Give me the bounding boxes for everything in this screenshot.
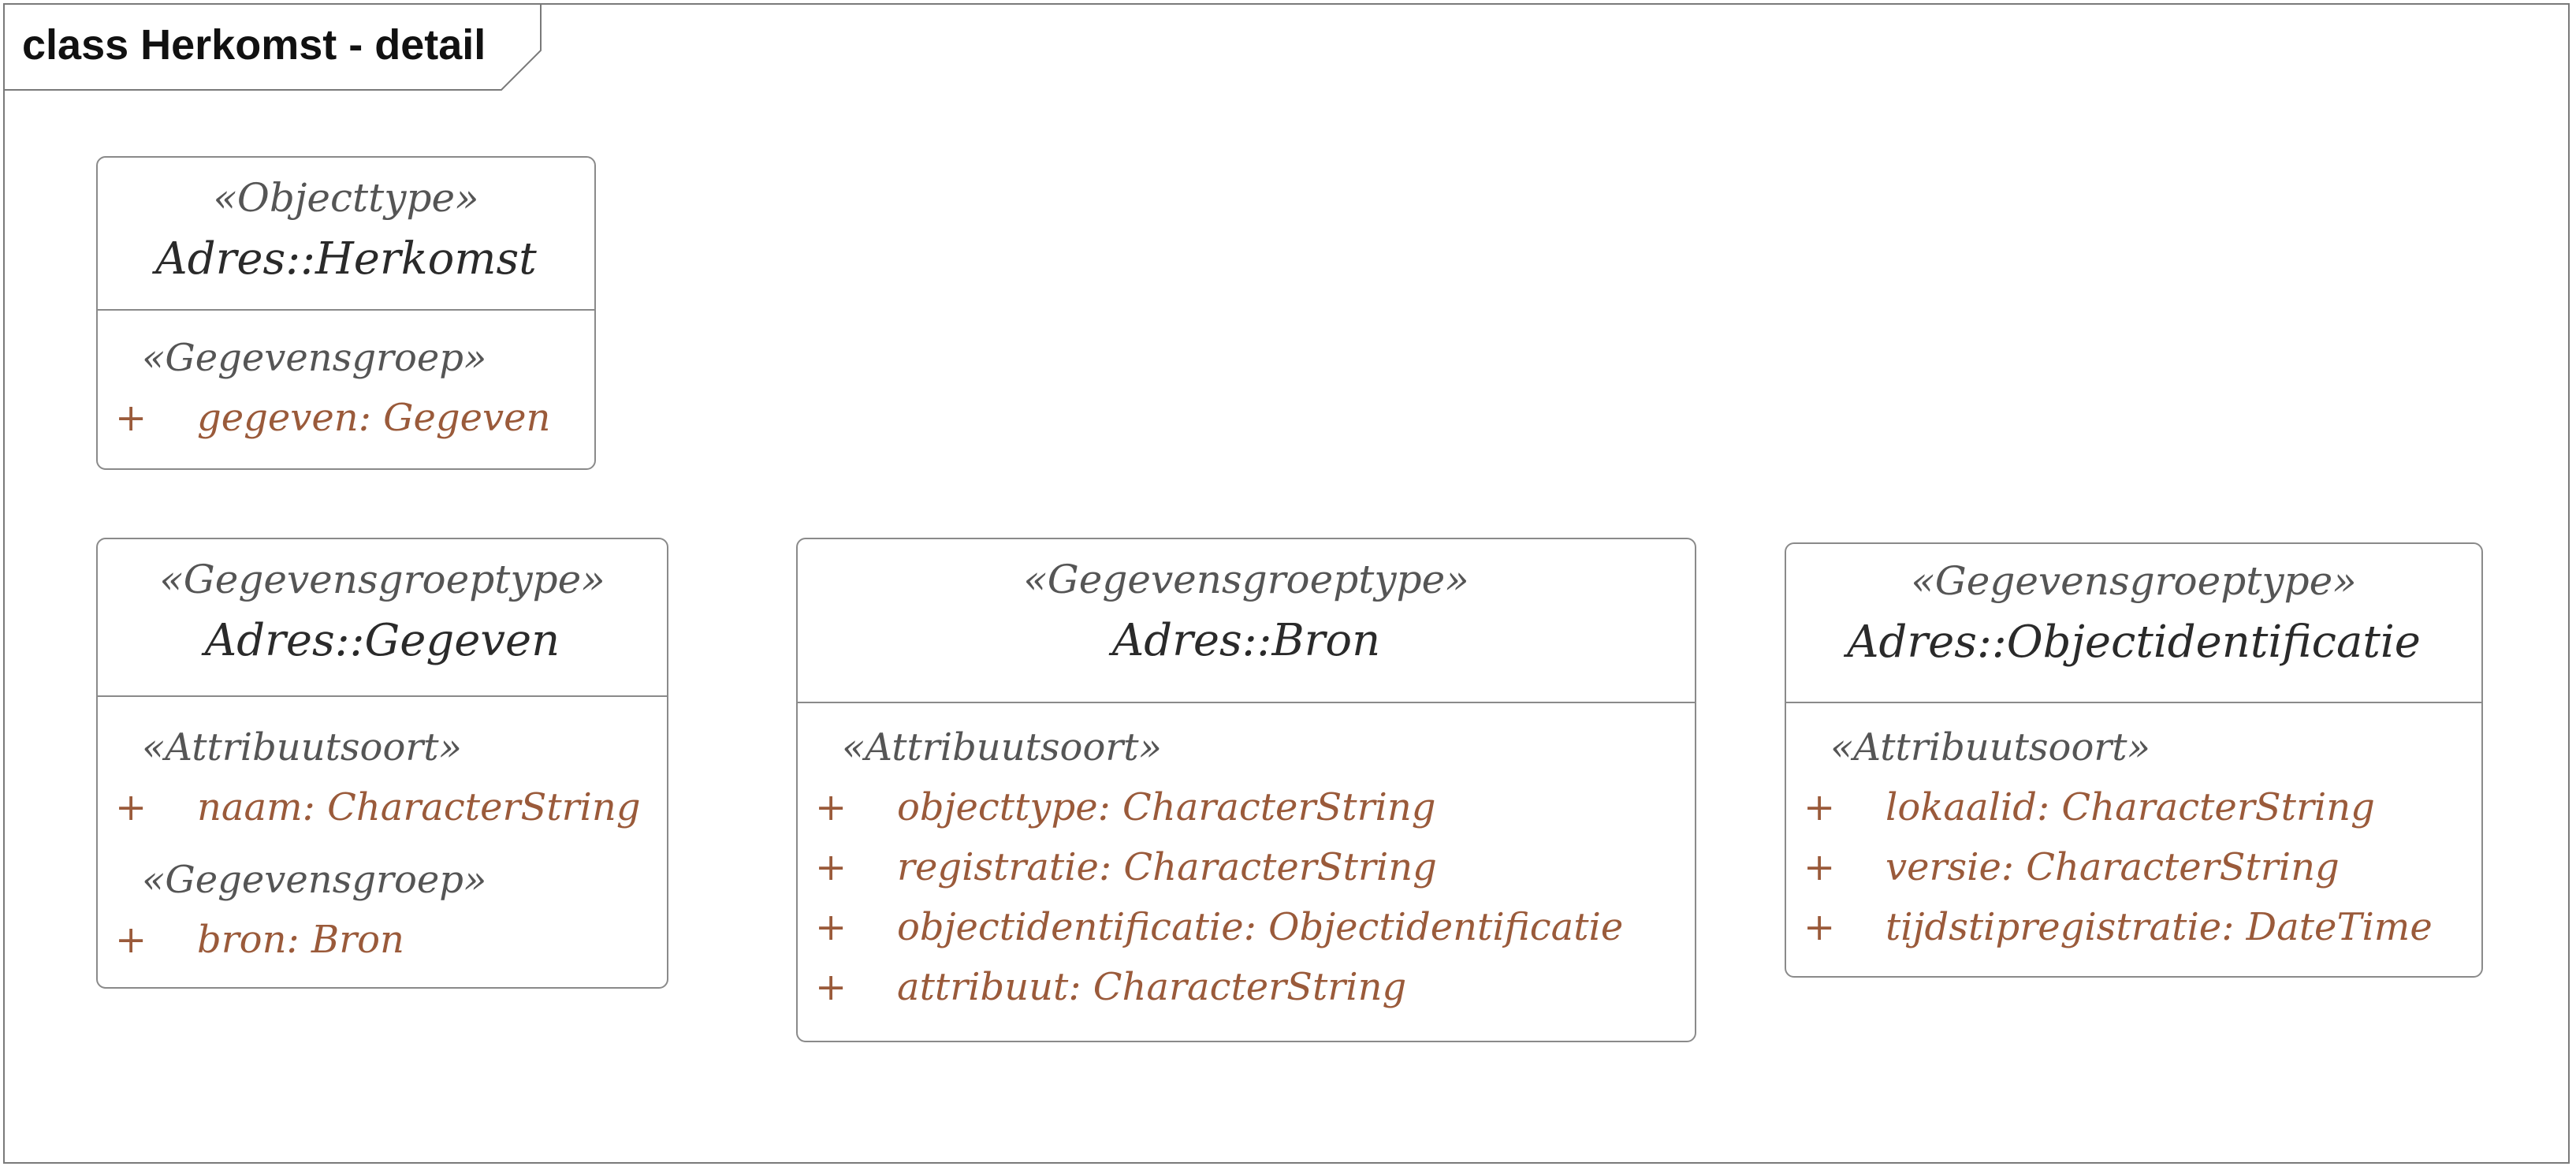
- attribute-text: gegeven: Gegeven: [197, 396, 551, 440]
- attribute-text: lokaalid: CharacterString: [1885, 785, 2375, 829]
- visibility-public: +: [815, 845, 847, 889]
- attribute-row[interactable]: + lokaalid: CharacterString: [1804, 785, 2375, 829]
- section-stereotype: «Gegevensgroep»: [142, 336, 487, 380]
- visibility-public: +: [815, 965, 847, 1009]
- attribute-text: registratie: CharacterString: [897, 845, 1437, 889]
- visibility-public: +: [115, 918, 147, 962]
- attribute-text: tijdstipregistratie: DateTime: [1885, 905, 2433, 949]
- visibility-public: +: [115, 396, 147, 440]
- class-bron[interactable]: «Gegevensgroeptype» Adres::Bron «Attribu…: [796, 538, 1696, 1042]
- class-header: «Gegevensgroeptype» Adres::Bron: [798, 539, 1695, 703]
- attribute-text: naam: CharacterString: [197, 785, 641, 829]
- class-stereotype: «Gegevensgroeptype»: [159, 557, 605, 602]
- attribute-row[interactable]: + tijdstipregistratie: DateTime: [1804, 905, 2433, 949]
- class-herkomst[interactable]: «Objecttype» Adres::Herkomst «Gegevensgr…: [96, 156, 596, 470]
- class-name: Adres::Bron: [1111, 615, 1381, 666]
- class-header: «Objecttype» Adres::Herkomst: [98, 158, 594, 311]
- attribute-text: versie: CharacterString: [1885, 845, 2340, 889]
- class-name: Adres::Gegeven: [204, 615, 560, 666]
- class-name: Adres::Herkomst: [155, 233, 537, 285]
- attribute-row[interactable]: + gegeven: Gegeven: [115, 396, 550, 440]
- section-stereotype: «Attribuutsoort»: [1830, 725, 2150, 769]
- attribute-text: objectidentificatie: Objectidentificatie: [897, 905, 1624, 949]
- section-stereotype: «Attribuutsoort»: [842, 725, 1162, 769]
- frame-title: class Herkomst - detail: [22, 21, 486, 69]
- class-stereotype: «Objecttype»: [213, 175, 479, 221]
- class-objectidentificatie[interactable]: «Gegevensgroeptype» Adres::Objectidentif…: [1785, 542, 2483, 978]
- class-header: «Gegevensgroeptype» Adres::Objectidentif…: [1786, 544, 2481, 703]
- attribute-row[interactable]: + versie: CharacterString: [1804, 845, 2340, 889]
- attribute-row[interactable]: + bron: Bron: [115, 918, 404, 962]
- class-stereotype: «Gegevensgroeptype»: [1023, 557, 1469, 602]
- visibility-public: +: [1804, 785, 1836, 829]
- class-header: «Gegevensgroeptype» Adres::Gegeven: [98, 539, 667, 697]
- attribute-row[interactable]: + objecttype: CharacterString: [815, 785, 1436, 829]
- visibility-public: +: [815, 905, 847, 949]
- attribute-row[interactable]: + objectidentificatie: Objectidentificati…: [815, 905, 1623, 949]
- visibility-public: +: [115, 785, 147, 829]
- frame-title-tab: class Herkomst - detail: [5, 5, 549, 91]
- visibility-public: +: [1804, 845, 1836, 889]
- attribute-row[interactable]: + attribuut: CharacterString: [815, 965, 1406, 1009]
- attribute-row[interactable]: + naam: CharacterString: [115, 785, 641, 829]
- attribute-text: objecttype: CharacterString: [897, 785, 1436, 829]
- attribute-text: attribuut: CharacterString: [897, 965, 1407, 1009]
- visibility-public: +: [1804, 905, 1836, 949]
- section-stereotype: «Gegevensgroep»: [142, 858, 487, 902]
- visibility-public: +: [815, 785, 847, 829]
- attribute-row[interactable]: + registratie: CharacterString: [815, 845, 1437, 889]
- attribute-text: bron: Bron: [197, 918, 404, 962]
- class-name: Adres::Objectidentificatie: [1847, 617, 2421, 668]
- section-stereotype: «Attribuutsoort»: [142, 725, 462, 769]
- class-gegeven[interactable]: «Gegevensgroeptype» Adres::Gegeven «Attr…: [96, 538, 668, 989]
- class-stereotype: «Gegevensgroeptype»: [1911, 558, 2357, 604]
